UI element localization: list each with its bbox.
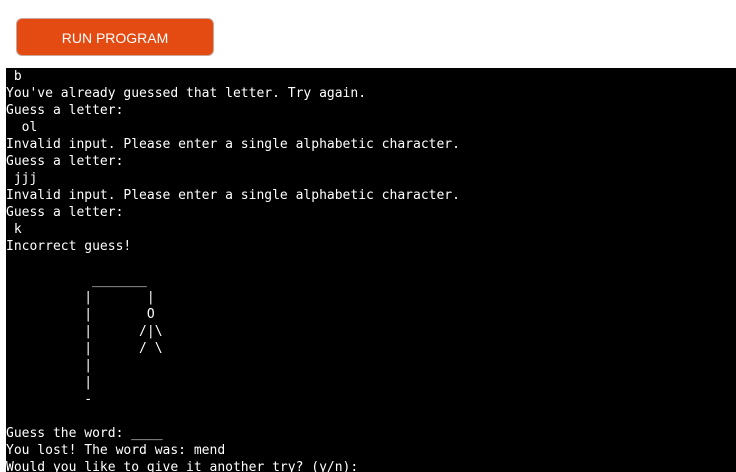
terminal-line: jjj xyxy=(6,171,38,186)
hangman-art-line: | /|\ xyxy=(6,324,163,339)
hangman-art-line: | O xyxy=(6,307,155,322)
run-program-button[interactable]: RUN PROGRAM xyxy=(16,18,214,56)
terminal-line: Guess a letter: xyxy=(6,103,124,118)
terminal-line: Guess a letter: xyxy=(6,205,124,220)
terminal-line: Guess the word: ____ xyxy=(6,426,163,441)
hangman-art-line: | | xyxy=(6,290,155,305)
hangman-art-line: | xyxy=(6,375,93,390)
hangman-art-line: | xyxy=(6,358,93,373)
terminal-line: Incorrect guess! xyxy=(6,239,132,254)
hangman-art-line: _______ xyxy=(6,273,147,288)
hangman-art-line: | / \ xyxy=(6,341,163,356)
terminal-lines: b You've already guessed that letter. Tr… xyxy=(6,68,736,472)
terminal-line: b xyxy=(6,69,22,84)
terminal-line: Invalid input. Please enter a single alp… xyxy=(6,137,460,152)
terminal-prompt-line: Would you like to give it another try? (… xyxy=(6,460,359,472)
terminal-line: ol xyxy=(6,120,38,135)
hangman-art-line: - xyxy=(6,392,93,407)
terminal-line: You've already guessed that letter. Try … xyxy=(6,86,367,101)
terminal-line: You lost! The word was: mend xyxy=(6,443,226,458)
terminal-output[interactable]: b You've already guessed that letter. Tr… xyxy=(6,68,736,472)
terminal-line: k xyxy=(6,222,22,237)
terminal-line: Guess a letter: xyxy=(6,154,124,169)
terminal-line: Invalid input. Please enter a single alp… xyxy=(6,188,460,203)
